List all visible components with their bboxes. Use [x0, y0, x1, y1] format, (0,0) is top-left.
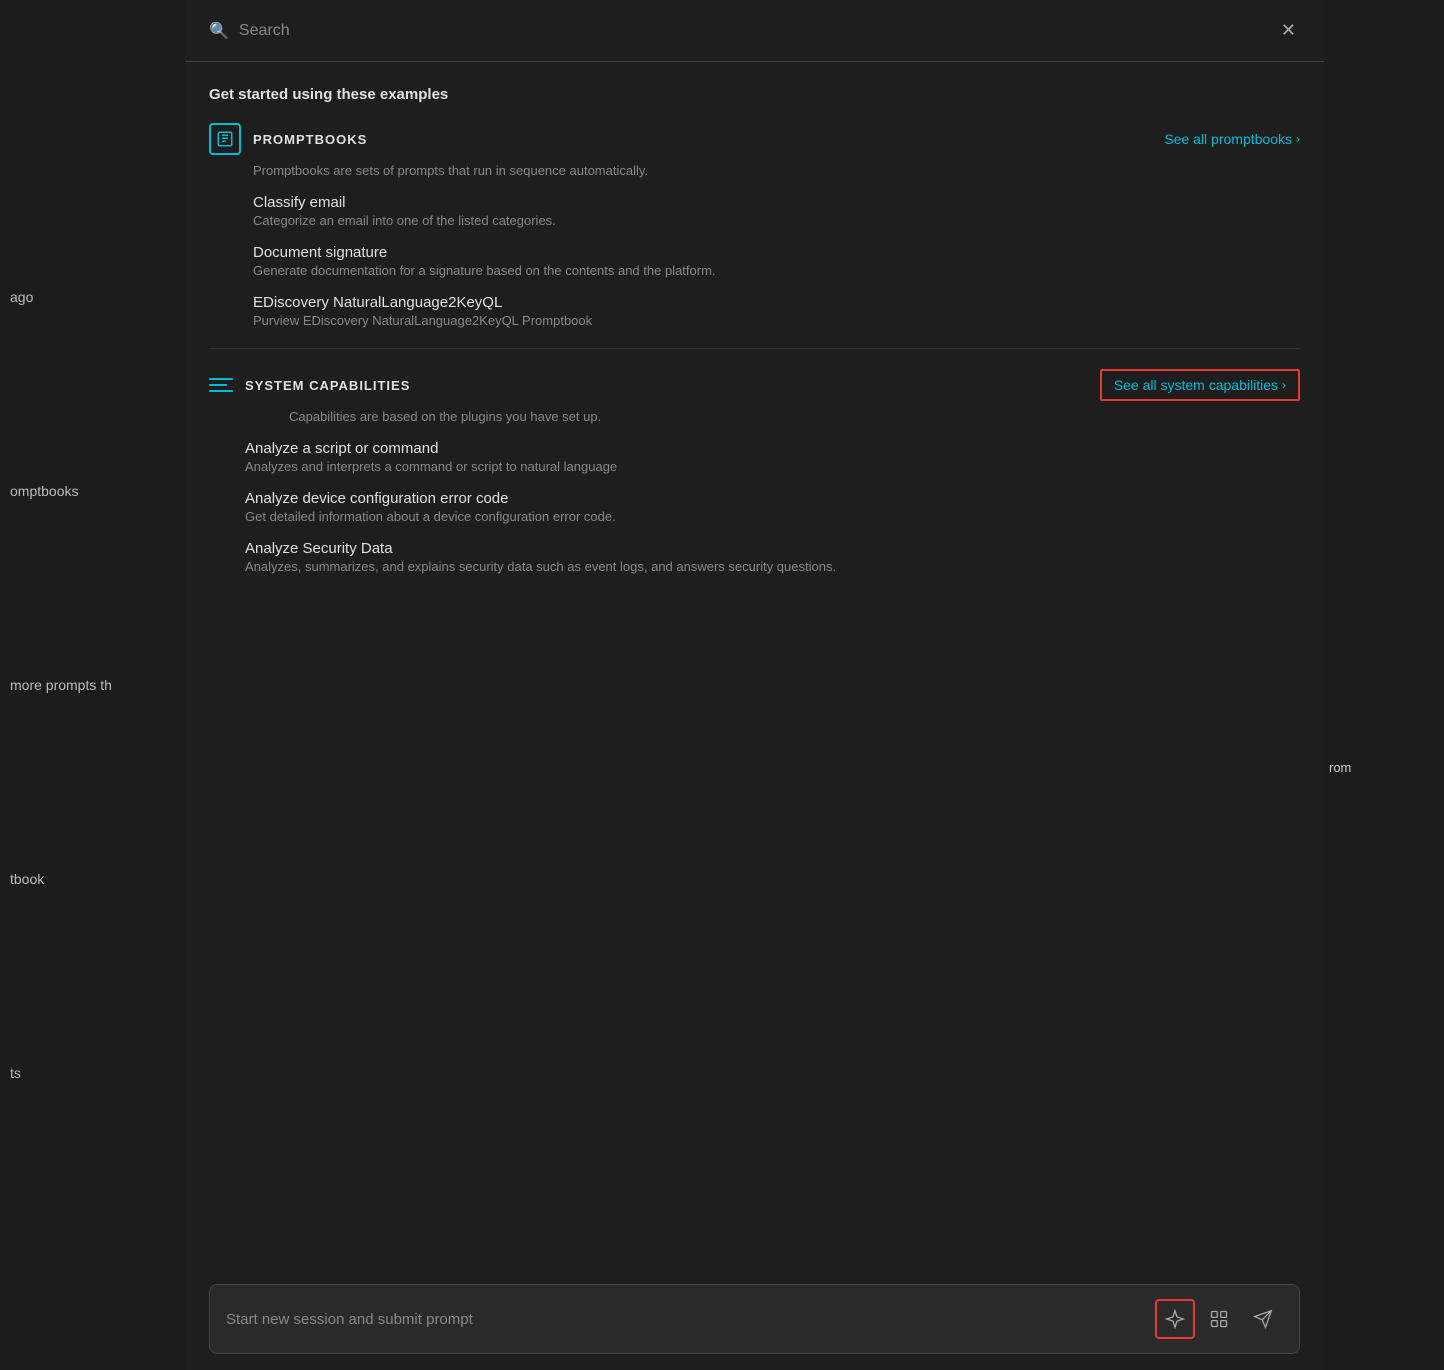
- send-icon: [1253, 1309, 1273, 1329]
- send-button[interactable]: [1243, 1299, 1283, 1339]
- search-icon: 🔍: [209, 21, 229, 41]
- system-capabilities-label: SYSTEM CAPABILITIES: [245, 378, 410, 393]
- system-capabilities-description: Capabilities are based on the plugins yo…: [253, 409, 1300, 424]
- promptbooks-label: PROMPTBOOKS: [253, 132, 367, 147]
- promptbooks-section-header: PROMPTBOOKS See all promptbooks ›: [209, 123, 1300, 155]
- list-item-analyze-script[interactable]: Analyze a script or command Analyzes and…: [209, 440, 1300, 474]
- analyze-script-title: Analyze a script or command: [245, 440, 1300, 457]
- grid-button[interactable]: [1199, 1299, 1239, 1339]
- right-partial-sidebar: rom: [1324, 0, 1444, 1370]
- sys-cap-header-left: SYSTEM CAPABILITIES: [209, 378, 410, 393]
- sidebar-item-tbook: tbook: [10, 871, 175, 887]
- sidebar-item-promptbooks: omptbooks: [10, 483, 175, 499]
- list-item-analyze-device[interactable]: Analyze device configuration error code …: [209, 490, 1300, 524]
- system-capabilities-section-header: SYSTEM CAPABILITIES See all system capab…: [209, 369, 1300, 401]
- main-panel: 🔍 ✕ Get started using these examples PRO…: [185, 0, 1324, 1370]
- capabilities-chevron-icon: ›: [1282, 378, 1286, 392]
- left-sidebar: ago omptbooks more prompts th tbook ts: [0, 0, 185, 1370]
- analyze-security-title: Analyze Security Data: [245, 540, 1300, 557]
- section-divider: [209, 348, 1300, 349]
- list-item-classify-email[interactable]: Classify email Categorize an email into …: [209, 194, 1300, 228]
- analyze-device-desc: Get detailed information about a device …: [245, 509, 1300, 524]
- see-all-promptbooks-text: See all promptbooks: [1164, 131, 1292, 147]
- content-area: Get started using these examples PROMPTB…: [185, 62, 1324, 1268]
- sparkle-button[interactable]: [1155, 1299, 1195, 1339]
- analyze-security-desc: Analyzes, summarizes, and explains secur…: [245, 559, 1300, 574]
- ediscovery-title: EDiscovery NaturalLanguage2KeyQL: [253, 294, 1300, 311]
- ediscovery-desc: Purview EDiscovery NaturalLanguage2KeyQL…: [253, 313, 1300, 328]
- close-button[interactable]: ✕: [1277, 16, 1300, 45]
- promptbooks-icon: [209, 123, 241, 155]
- capabilities-icon: [209, 378, 233, 392]
- list-item-ediscovery[interactable]: EDiscovery NaturalLanguage2KeyQL Purview…: [209, 294, 1300, 328]
- classify-email-title: Classify email: [253, 194, 1300, 211]
- list-item-document-signature[interactable]: Document signature Generate documentatio…: [209, 244, 1300, 278]
- analyze-device-title: Analyze device configuration error code: [245, 490, 1300, 507]
- prompt-input-container: Start new session and submit prompt: [209, 1284, 1300, 1354]
- search-bar: 🔍 ✕: [185, 0, 1324, 62]
- grid-icon: [1209, 1309, 1229, 1329]
- sidebar-item-more-prompts: more prompts th: [10, 677, 175, 693]
- promptbooks-header-left: PROMPTBOOKS: [209, 123, 367, 155]
- document-signature-desc: Generate documentation for a signature b…: [253, 263, 1300, 278]
- promptbooks-chevron-icon: ›: [1296, 132, 1300, 146]
- bottom-input-area: Start new session and submit prompt: [185, 1268, 1324, 1370]
- sidebar-item-ago: ago: [10, 289, 175, 305]
- list-item-analyze-security[interactable]: Analyze Security Data Analyzes, summariz…: [209, 540, 1300, 574]
- right-partial-text: rom: [1324, 750, 1444, 785]
- see-all-capabilities-link[interactable]: See all system capabilities ›: [1100, 369, 1300, 401]
- sidebar-item-ts: ts: [10, 1065, 175, 1081]
- see-all-capabilities-text: See all system capabilities: [1114, 377, 1278, 393]
- action-buttons: [1155, 1299, 1283, 1339]
- close-icon: ✕: [1281, 20, 1296, 40]
- prompt-placeholder-text: Start new session and submit prompt: [226, 1311, 1143, 1328]
- sparkle-icon: [1165, 1309, 1185, 1329]
- document-signature-title: Document signature: [253, 244, 1300, 261]
- see-all-promptbooks-link[interactable]: See all promptbooks ›: [1164, 131, 1300, 147]
- promptbooks-description: Promptbooks are sets of prompts that run…: [253, 163, 1300, 178]
- examples-title: Get started using these examples: [209, 86, 1300, 103]
- analyze-script-desc: Analyzes and interprets a command or scr…: [245, 459, 1300, 474]
- search-input[interactable]: [239, 22, 1277, 40]
- classify-email-desc: Categorize an email into one of the list…: [253, 213, 1300, 228]
